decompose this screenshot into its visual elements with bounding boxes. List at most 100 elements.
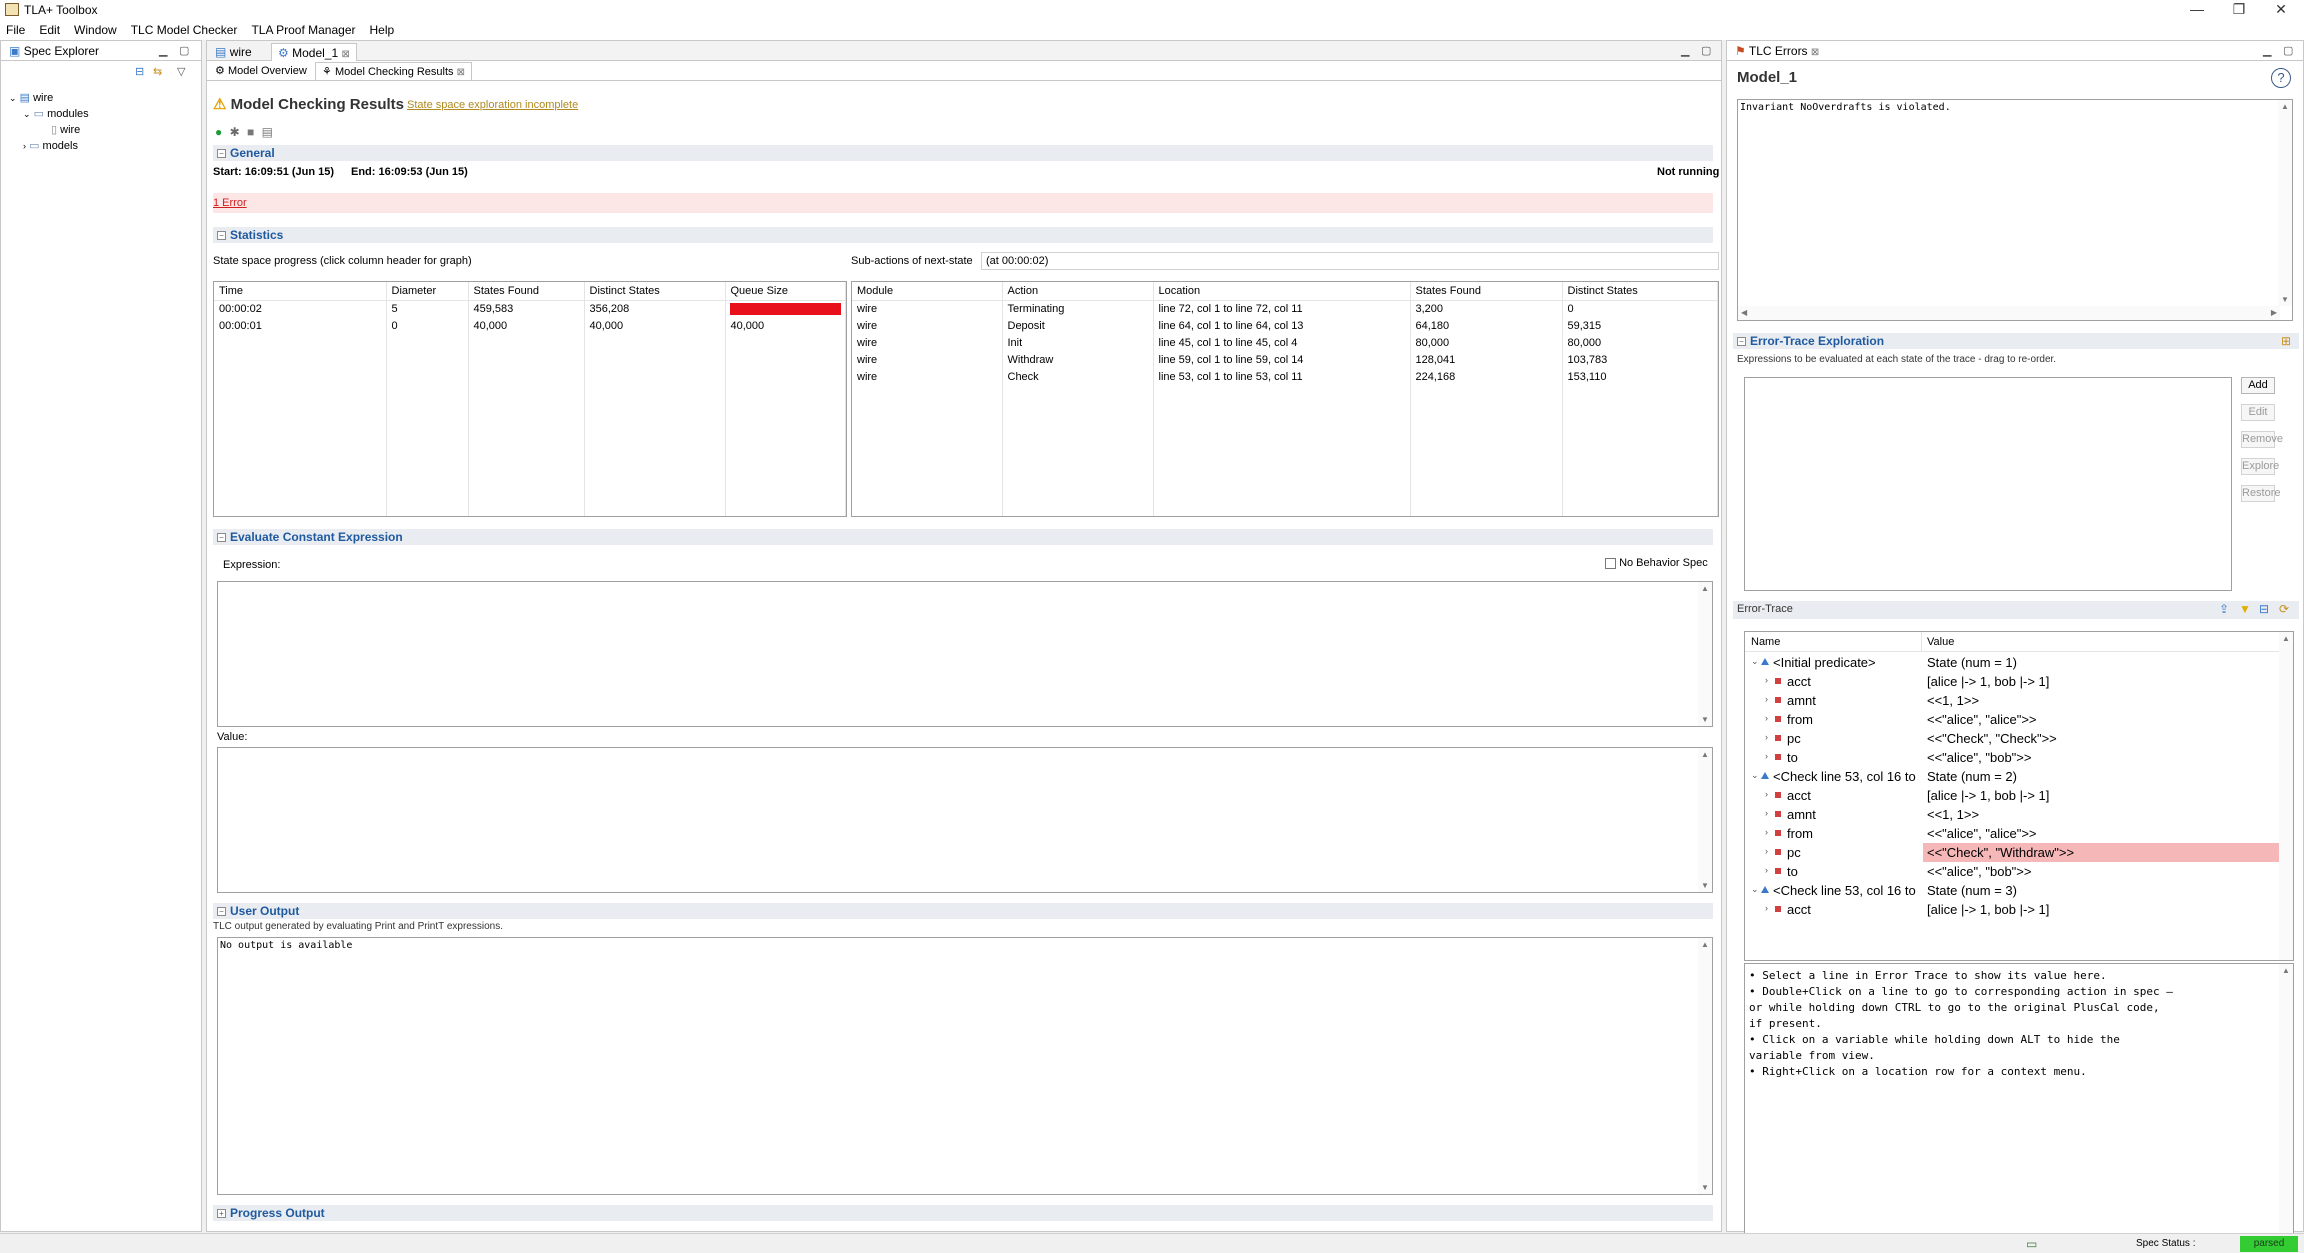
hscrollbar[interactable]: ◀ ▶: [1738, 306, 2280, 320]
trace-state-row[interactable]: ⌄ <Check line 53, col 16 to line 57, co St…: [1745, 881, 2281, 900]
tab-spec-explorer[interactable]: ▣ Spec Explorer: [3, 42, 105, 60]
table-row[interactable]: wire Init line 45, col 1 to line 45, col 4…: [852, 334, 1718, 352]
close-tab-icon[interactable]: ⊠: [341, 49, 349, 60]
help-icon[interactable]: ?: [2271, 68, 2291, 88]
minimize-view-icon[interactable]: ▁: [159, 44, 167, 57]
tree-item-models[interactable]: › ▭ models: [23, 139, 78, 152]
collapse-all-icon[interactable]: ⊟: [135, 65, 144, 78]
incomplete-link[interactable]: State space exploration incomplete: [407, 99, 578, 111]
maximize-view-icon[interactable]: ▢: [1701, 44, 1711, 57]
trace-variable-row[interactable]: › from <<"alice", "alice">>: [1745, 710, 2281, 729]
tab-model-overview[interactable]: ⚙ Model Overview: [209, 62, 313, 80]
column-header[interactable]: Time: [214, 282, 387, 301]
column-header[interactable]: Distinct States: [1562, 282, 1718, 301]
table-row[interactable]: wire Deposit line 64, col 1 to line 64, co…: [852, 317, 1718, 335]
filter-icon[interactable]: ▼: [2239, 602, 2251, 616]
column-header[interactable]: States Found: [1410, 282, 1563, 301]
column-header[interactable]: Location: [1153, 282, 1411, 301]
column-header[interactable]: Name: [1751, 636, 1780, 648]
table-row[interactable]: 00:00:02 5 459,583 356,208 111,967: [214, 300, 846, 318]
tab-model-checking-results[interactable]: ⚘ Model Checking Results ⊠: [315, 62, 473, 80]
scrollbar[interactable]: ▲▼: [2278, 100, 2292, 306]
column-header[interactable]: Distinct States: [584, 282, 726, 301]
chevron-right-icon[interactable]: ›: [1765, 751, 1768, 761]
chevron-right-icon[interactable]: ›: [1765, 694, 1768, 704]
restore-button[interactable]: Restore: [2241, 485, 2281, 502]
scrollbar[interactable]: ▲▼: [2279, 964, 2293, 1252]
chevron-right-icon[interactable]: ›: [1765, 846, 1768, 856]
run-icon[interactable]: ●: [215, 125, 222, 139]
checkbox-box[interactable]: [1605, 557, 1616, 569]
section-user-output[interactable]: − User Output: [213, 903, 1713, 919]
collapse-trace-icon[interactable]: ⊟: [2259, 602, 2269, 616]
chevron-down-icon[interactable]: ⌄: [1751, 770, 1759, 781]
trace-variable-row[interactable]: › pc <<"Check", "Withdraw">>: [1745, 843, 2281, 862]
chevron-right-icon[interactable]: ›: [1765, 808, 1768, 818]
scrollbar[interactable]: ▲▼: [1698, 748, 1712, 892]
section-general[interactable]: − General: [213, 145, 1713, 161]
trace-state-row[interactable]: ⌄ <Check line 53, col 16 to line 57, co St…: [1745, 767, 2281, 786]
run-variant-icon[interactable]: ✱: [230, 125, 240, 139]
column-header[interactable]: States Found: [468, 282, 585, 301]
table-row[interactable]: wire Withdraw line 59, col 1 to line 59, c…: [852, 351, 1718, 369]
exploration-list[interactable]: [1744, 377, 2232, 591]
section-progress-output[interactable]: + Progress Output: [213, 1205, 1713, 1221]
menu-tlc-model-checker[interactable]: TLC Model Checker: [124, 20, 245, 37]
chevron-right-icon[interactable]: ›: [1765, 675, 1768, 685]
column-header[interactable]: Module: [852, 282, 1003, 301]
scrollbar[interactable]: ▲▼: [1698, 582, 1712, 726]
section-evaluate[interactable]: − Evaluate Constant Expression: [213, 529, 1713, 545]
no-behavior-checkbox[interactable]: No Behavior Spec: [1605, 557, 1708, 569]
view-menu-icon[interactable]: ▽: [177, 65, 185, 78]
trace-variable-row[interactable]: › acct [alice |-> 1, bob |-> 1]: [1745, 786, 2281, 805]
section-error-trace-exploration[interactable]: − Error-Trace Exploration ⊞: [1733, 333, 2299, 349]
table-row[interactable]: wire Check line 53, col 1 to line 53, col …: [852, 368, 1718, 386]
trace-variable-row[interactable]: › acct [alice |-> 1, bob |-> 1]: [1745, 900, 2281, 919]
minimize-view-icon[interactable]: ▁: [2263, 44, 2271, 57]
close-tab-icon[interactable]: ⊠: [1811, 47, 1819, 58]
trace-variable-row[interactable]: › pc <<"Check", "Check">>: [1745, 729, 2281, 748]
menu-window[interactable]: Window: [67, 20, 124, 37]
tab-wire[interactable]: ▤ wire: [209, 43, 258, 61]
tab-model-1[interactable]: ⚙ Model_1 ⊠: [271, 43, 357, 61]
maximize-view-icon[interactable]: ▢: [2283, 44, 2293, 57]
copy-icon[interactable]: ▤: [262, 125, 273, 139]
chevron-right-icon[interactable]: ›: [1765, 789, 1768, 799]
link-editor-icon[interactable]: ⇆: [153, 65, 162, 78]
errors-link[interactable]: 1 Error: [213, 197, 247, 209]
table-row[interactable]: 00:00:01 0 40,000 40,000 40,000: [214, 317, 846, 335]
table-row[interactable]: wire Terminating line 72, col 1 to line 72…: [852, 300, 1718, 318]
column-header[interactable]: Value: [1927, 636, 1954, 648]
sync-icon[interactable]: ⟳: [2279, 602, 2289, 616]
minimize-view-icon[interactable]: ▁: [1681, 44, 1689, 57]
section-statistics[interactable]: − Statistics: [213, 227, 1713, 243]
trace-state-row[interactable]: ⌄ <Initial predicate> State (num = 1): [1745, 653, 2281, 672]
trace-variable-row[interactable]: › from <<"alice", "alice">>: [1745, 824, 2281, 843]
scrollbar[interactable]: ▲: [2279, 632, 2293, 960]
chevron-right-icon[interactable]: ›: [1765, 713, 1768, 723]
tree-item-wire[interactable]: ⌄ ▤ wire: [9, 91, 53, 104]
chevron-right-icon[interactable]: ›: [1765, 865, 1768, 875]
scrollbar[interactable]: ▲▼: [1698, 938, 1712, 1194]
chevron-right-icon[interactable]: ›: [1765, 903, 1768, 913]
menu-help[interactable]: Help: [363, 20, 402, 37]
tree-item-module-wire[interactable]: ▯ wire: [51, 123, 80, 136]
remove-button[interactable]: Remove: [2241, 431, 2283, 448]
menu-file[interactable]: File: [0, 20, 32, 37]
trace-variable-row[interactable]: › acct [alice |-> 1, bob |-> 1]: [1745, 672, 2281, 691]
close-tab-icon[interactable]: ⊠: [457, 67, 465, 78]
explore-button[interactable]: Explore: [2241, 458, 2279, 475]
chevron-down-icon[interactable]: ⌄: [1751, 884, 1759, 895]
minimize-icon[interactable]: —: [2180, 0, 2214, 20]
trace-variable-row[interactable]: › to <<"alice", "bob">>: [1745, 748, 2281, 767]
maximize-view-icon[interactable]: ▢: [179, 44, 189, 57]
trace-variable-row[interactable]: › amnt <<1, 1>>: [1745, 691, 2281, 710]
add-button[interactable]: Add: [2241, 377, 2275, 394]
add-expression-icon[interactable]: ⊞: [2281, 334, 2291, 348]
column-header[interactable]: Action: [1002, 282, 1154, 301]
stop-icon[interactable]: ■: [247, 125, 254, 139]
tree-item-modules[interactable]: ⌄ ▭ modules: [23, 107, 89, 120]
column-header[interactable]: Diameter: [386, 282, 469, 301]
edit-button[interactable]: Edit: [2241, 404, 2275, 421]
export-icon[interactable]: ⇪: [2219, 602, 2229, 616]
